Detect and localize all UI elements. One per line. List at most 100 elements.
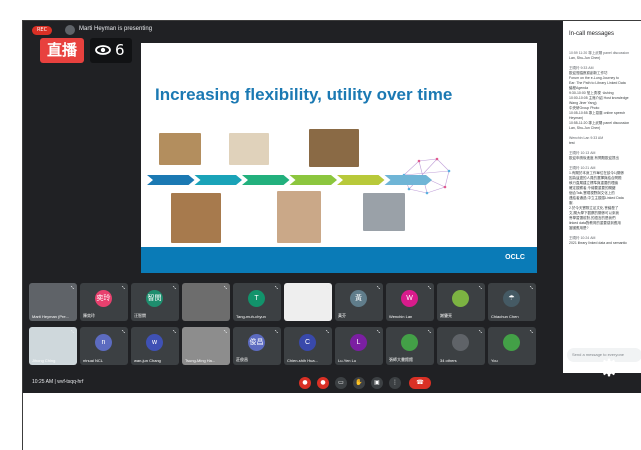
chat-message: 王曉玲 10:24 AM 2021 library linked data and…: [569, 236, 641, 246]
card-catalog-image: [309, 129, 359, 167]
participant-name: You: [491, 358, 498, 363]
participant-tile[interactable]: L ⤡ Lu-Yen Lu: [335, 327, 383, 365]
participant-tile[interactable]: ⤡ 張師大書館館: [386, 327, 434, 365]
expand-icon[interactable]: ⤡: [71, 285, 74, 290]
participant-avatar: w: [146, 334, 163, 351]
participant-tile[interactable]: ⤡ Marti Heyman (Pre...: [29, 283, 77, 321]
participant-tile[interactable]: W ⤡ Wenchin Lan: [386, 283, 434, 321]
participant-tile[interactable]: ⤡ Tsung-Ming Ha...: [182, 327, 230, 365]
live-badge: 直播: [40, 38, 84, 63]
participant-tile[interactable]: 智閔 ⤡ 汪智閔: [131, 283, 179, 321]
oclc-logo: OCLC: [505, 254, 525, 261]
leave-call-button[interactable]: ☎: [409, 377, 431, 389]
presenter-status: Marti Heyman is presenting: [79, 26, 153, 32]
participant-name: 陳奕玲: [83, 313, 95, 318]
participant-avatar: ☂: [503, 290, 520, 307]
viewer-count: 6: [115, 41, 125, 59]
bottom-bar: 10:25 AM | wvf-tsqq-hrf ● ● ▭ ✋ ▣ ⋮ ☎: [23, 373, 641, 393]
participant-name: Wenchin Lan: [389, 314, 413, 319]
participant-tile[interactable]: w ⤡ wan-jun Chang: [131, 327, 179, 365]
scroll-image: [171, 193, 221, 243]
chat-message-text: Lan, Shu-Jun Chen): [569, 56, 601, 60]
expand-icon[interactable]: ⤡: [173, 285, 176, 290]
expand-icon[interactable]: ⤡: [275, 329, 278, 334]
expand-icon[interactable]: ⤡: [122, 329, 125, 334]
participant-avatar: L: [350, 334, 367, 351]
expand-icon[interactable]: ⤡: [275, 285, 278, 290]
chat-message-text: Lan, Shu-Jun Chen): [569, 126, 601, 130]
meeting-separator: |: [54, 379, 56, 385]
chat-message-text: 歡迎申請後進度,有問題歡迎提出: [569, 156, 619, 160]
participant-avatar: [503, 334, 520, 351]
participant-tile[interactable]: ⤡ Jihong Ching: [29, 327, 77, 365]
participant-name: 張師大書館館: [389, 357, 413, 362]
participant-name: 莊俊昌: [236, 357, 248, 362]
participant-tile[interactable]: 黃 ⤡ 黃芬: [335, 283, 383, 321]
participant-tile[interactable]: ☂ ⤡ Chiachun Chen: [488, 283, 536, 321]
participant-tile[interactable]: C ⤡ Chien-shih Hua...: [284, 327, 332, 365]
timeline-arrows: [147, 175, 432, 185]
participant-name: 汪智閔: [134, 313, 146, 318]
expand-icon[interactable]: ⤡: [71, 329, 74, 334]
participant-avatar: [401, 334, 418, 351]
expand-icon[interactable]: ⤡: [224, 329, 227, 334]
participant-tile[interactable]: 俊昌 ⤡ 莊俊昌: [233, 327, 281, 365]
mic-off-button[interactable]: ●: [299, 377, 311, 389]
present-button[interactable]: ▣: [371, 377, 383, 389]
participant-name: 黃芬: [338, 313, 346, 318]
gear-icon[interactable]: ⚙: [595, 354, 623, 382]
expand-icon[interactable]: ⤡: [224, 285, 227, 290]
participant-tile[interactable]: ⤡: [182, 283, 230, 321]
expand-icon[interactable]: ⤡: [479, 329, 482, 334]
participant-name: Tsung-Ming Ha...: [185, 358, 216, 363]
camera-off-button[interactable]: ●: [317, 377, 329, 389]
participant-tile[interactable]: ⤡: [284, 283, 332, 321]
expand-icon[interactable]: ⤡: [173, 329, 176, 334]
presentation-slide: Increasing flexibility, utility over tim…: [141, 43, 537, 273]
participant-name: Jihong Ching: [32, 358, 56, 363]
participant-tile[interactable]: 奕玲 ⤡ 陳奕玲: [80, 283, 128, 321]
expand-icon[interactable]: ⤡: [377, 329, 380, 334]
timeline-segment: [289, 175, 337, 185]
chat-panel-title: In-call messages: [569, 31, 615, 37]
others-avatar-stack: [452, 334, 469, 351]
participant-name: Chiachun Chen: [491, 314, 519, 319]
chat-message-list: 10:59 11:20 專上武陽 panel discussion Lan, Sh…: [569, 51, 641, 251]
expand-icon[interactable]: ⤡: [428, 329, 431, 334]
eye-icon: [95, 45, 111, 55]
chat-message-text: test: [569, 141, 575, 145]
expand-icon[interactable]: ⤡: [479, 285, 482, 290]
participant-tile[interactable]: ⤡ You: [488, 327, 536, 365]
participant-name: Chien-shih Hua...: [287, 358, 318, 363]
expand-icon[interactable]: ⤡: [530, 285, 533, 290]
participant-name: Marti Heyman (Pre...: [32, 314, 69, 319]
participant-avatar: 俊昌: [248, 334, 265, 351]
expand-icon[interactable]: ⤡: [530, 329, 533, 334]
meeting-time: 10:25 AM: [32, 379, 54, 385]
participant-tile[interactable]: n ⤡ ntnuai NCL: [80, 327, 128, 365]
chat-panel: In-call messages 10:59 11:20 專上武陽 panel …: [563, 21, 641, 373]
recording-badge: REC: [32, 26, 52, 35]
expand-icon[interactable]: ⤡: [428, 285, 431, 290]
top-bar: REC Marti Heyman is presenting: [23, 21, 563, 39]
clay-tablet-image: [229, 133, 269, 165]
expand-icon[interactable]: ⤡: [122, 285, 125, 290]
meet-window: REC Marti Heyman is presenting 直播 6 Incr…: [23, 21, 641, 393]
more-options-button[interactable]: ⋮: [389, 377, 401, 389]
participant-tile[interactable]: T ⤡ Tang-muh-chyun: [233, 283, 281, 321]
expand-icon[interactable]: ⤡: [326, 285, 329, 290]
book-image: [277, 191, 321, 243]
participant-name: 謝肇亮: [440, 313, 452, 318]
timeline-segment: [384, 175, 432, 185]
raise-hand-button[interactable]: ✋: [353, 377, 365, 389]
screenshot-frame: REC Marti Heyman is presenting 直播 6 Incr…: [22, 20, 641, 450]
expand-icon[interactable]: ⤡: [326, 329, 329, 334]
chat-message: 王曉玲 10:13 AM 歡迎申請後進度,有問題歡迎提出: [569, 151, 641, 161]
participant-tile[interactable]: ⤡ 謝肇亮: [437, 283, 485, 321]
timeline-segment: [147, 175, 195, 185]
participant-avatar: [452, 290, 469, 307]
participant-tile[interactable]: ⤡ 34 others: [437, 327, 485, 365]
captions-button[interactable]: ▭: [335, 377, 347, 389]
expand-icon[interactable]: ⤡: [377, 285, 380, 290]
chat-message: 10:59 11:20 專上武陽 panel discussion Lan, Sh…: [569, 51, 641, 61]
